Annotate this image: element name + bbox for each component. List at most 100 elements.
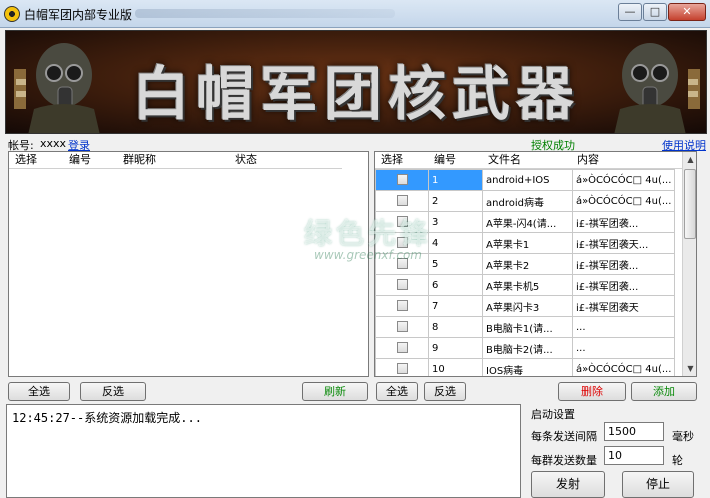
row-checkbox-cell[interactable] [375,274,429,296]
file-row[interactable]: 10 IOS病毒 á»ÒCÓCÓC□ 4u(... [375,358,676,376]
row-filename: android+IOS [482,169,573,191]
row-checkbox-cell[interactable] [375,211,429,233]
column-header-select[interactable]: 选择 [381,152,403,168]
log-line: 12:45:27--系统资源加载完成... [12,411,202,425]
row-filename: B电脑卡2(请... [482,337,573,359]
scrollbar-thumb[interactable] [684,169,696,239]
row-checkbox-cell[interactable] [375,232,429,254]
row-checkbox-cell[interactable] [375,358,429,376]
title-bar-blur [135,9,395,18]
column-header-status[interactable]: 状态 [235,152,257,168]
row-content: i£-祺军团袭... [571,211,676,233]
account-value: xxxx [40,137,67,150]
count-label: 每群发送数量 [531,454,597,467]
checkbox[interactable] [396,363,408,375]
file-row[interactable]: 6 A苹果卡机5 i£-祺军团袭... [375,274,676,296]
invert-groups-button[interactable]: 反选 [80,382,146,401]
row-filename: A苹果-闪4(请... [482,211,573,233]
file-list[interactable]: 选择 编号 文件名 内容 1 android+IOS á»ÒCÓCÓC□ 4u(..… [374,151,697,377]
file-row[interactable]: 3 A苹果-闪4(请... i£-祺军团袭... [375,211,676,233]
invert-files-button[interactable]: 反选 [424,382,466,401]
row-content: ... [571,316,676,338]
stop-button[interactable]: 停止 [622,471,694,498]
scroll-up-icon[interactable]: ▲ [683,152,696,167]
file-row[interactable]: 2 android病毒 á»ÒCÓCÓC□ 4u(... [375,190,676,212]
file-row[interactable]: 1 android+IOS á»ÒCÓCÓC□ 4u(... [375,169,676,191]
refresh-button[interactable]: 刷新 [302,382,368,401]
row-content: ... [571,337,676,359]
row-checkbox-cell[interactable] [375,295,429,317]
fire-button[interactable]: 发射 [531,471,605,498]
close-button[interactable]: ✕ [668,3,706,21]
window-title: 白帽军团内部专业版 [24,8,133,22]
vertical-scrollbar[interactable]: ▲ ▼ [682,152,696,376]
row-id: 6 [428,274,483,296]
column-header-select[interactable]: 选择 [15,152,37,168]
checkbox[interactable] [396,195,408,207]
radiation-icon [4,6,20,22]
select-all-groups-button[interactable]: 全选 [8,382,70,401]
row-filename: android病毒 [482,190,573,212]
row-content: i£-祺军团袭... [571,274,676,296]
row-content: á»ÒCÓCÓC□ 4u(... [571,358,676,376]
checkbox[interactable] [396,342,408,354]
row-filename: A苹果卡2 [482,253,573,275]
select-all-files-button[interactable]: 全选 [376,382,418,401]
group-list[interactable]: 选择 编号 群昵称 状态 [8,151,369,377]
row-id: 10 [428,358,483,376]
row-id: 9 [428,337,483,359]
row-content: á»ÒCÓCÓC□ 4u(... [571,169,676,191]
gas-mask-soldier-icon [14,43,100,133]
row-checkbox-cell[interactable] [375,337,429,359]
maximize-button[interactable]: □ [643,3,667,21]
row-id: 1 [428,169,483,191]
file-row[interactable]: 9 B电脑卡2(请...... [375,337,676,359]
row-id: 5 [428,253,483,275]
row-checkbox-cell[interactable] [375,190,429,212]
row-content: i£-祺军团袭天 [571,295,676,317]
file-row[interactable]: 4 A苹果卡1 i£-祺军团袭天... [375,232,676,254]
row-content: á»ÒCÓCÓC□ 4u(... [571,190,676,212]
file-table: 1 android+IOS á»ÒCÓCÓC□ 4u(... 2 android病毒 á»… [375,169,676,376]
log-output[interactable]: 12:45:27--系统资源加载完成... [6,404,521,498]
column-header-filename[interactable]: 文件名 [488,152,521,168]
row-filename: IOS病毒 [482,358,573,376]
checkbox[interactable] [396,258,408,270]
checkbox[interactable] [396,216,408,228]
title-bar: 白帽军团内部专业版 — □ ✕ [0,0,710,28]
checkbox[interactable] [396,279,408,291]
add-button[interactable]: 添加 [631,382,697,401]
minimize-button[interactable]: — [618,3,642,21]
row-content: i£-祺军团袭天... [571,232,676,254]
column-header-content[interactable]: 内容 [577,152,599,168]
interval-label: 每条发送间隔 [531,430,597,443]
column-header-id[interactable]: 编号 [434,152,456,168]
file-row[interactable]: 8 B电脑卡1(请...... [375,316,676,338]
row-checkbox-cell[interactable] [375,316,429,338]
settings-title: 启动设置 [531,408,575,421]
row-filename: A苹果闪卡3 [482,295,573,317]
checkbox[interactable] [396,174,408,186]
checkbox[interactable] [396,237,408,249]
column-header-nickname[interactable]: 群昵称 [123,152,156,168]
interval-input[interactable]: 1500 [604,422,664,441]
count-input[interactable]: 10 [604,446,664,465]
banner-title: 白帽军团核武器 [131,60,580,128]
gas-mask-soldier-icon [614,43,700,133]
row-content: i£-祺军团袭... [571,253,676,275]
interval-unit: 毫秒 [672,430,694,443]
row-id: 2 [428,190,483,212]
file-list-header: 选择 编号 文件名 内容 [375,152,682,169]
row-id: 4 [428,232,483,254]
file-row[interactable]: 7 A苹果闪卡3 i£-祺军团袭天 [375,295,676,317]
file-row[interactable]: 5 A苹果卡2 i£-祺军团袭... [375,253,676,275]
checkbox[interactable] [396,321,408,333]
checkbox[interactable] [396,300,408,312]
row-checkbox-cell[interactable] [375,169,429,191]
scroll-down-icon[interactable]: ▼ [683,361,696,376]
count-unit: 轮 [672,454,683,467]
row-checkbox-cell[interactable] [375,253,429,275]
row-filename: A苹果卡机5 [482,274,573,296]
delete-button[interactable]: 删除 [558,382,626,401]
column-header-id[interactable]: 编号 [69,152,91,168]
